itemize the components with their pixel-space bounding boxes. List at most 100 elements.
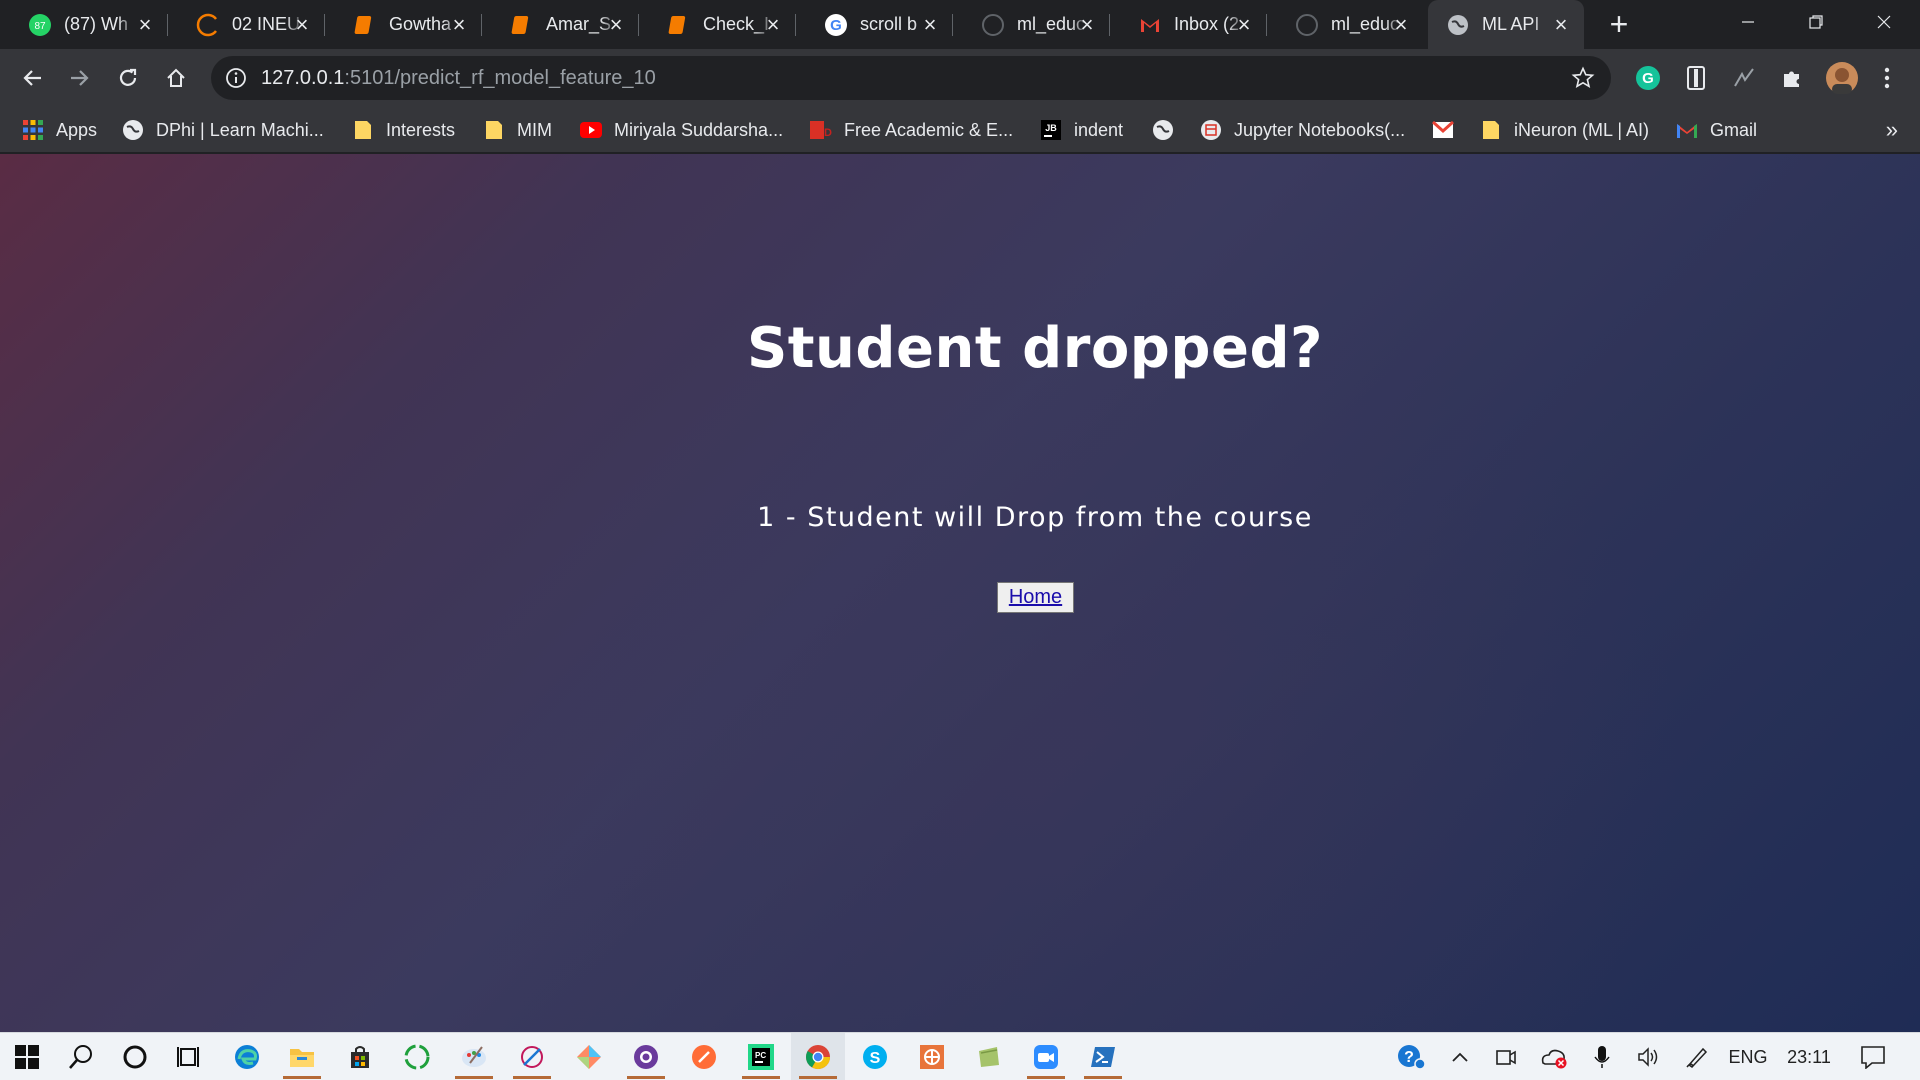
file-explorer-icon[interactable] [275,1033,329,1080]
close-window-button[interactable] [1850,0,1918,44]
bookmark-gmail[interactable]: Gmail [1676,107,1757,153]
kebab-menu-icon[interactable] [1873,64,1901,92]
close-icon[interactable]: × [605,14,627,36]
star-icon[interactable] [1571,66,1595,90]
home-button[interactable]: Home [997,582,1074,613]
store-icon[interactable] [333,1033,387,1080]
cortana-icon[interactable] [108,1033,162,1080]
bookmark-label: Jupyter Notebooks(... [1234,119,1406,140]
back-button[interactable] [15,61,49,95]
close-icon[interactable]: × [1390,14,1412,36]
powershell-icon[interactable] [1076,1033,1130,1080]
jetbrains-icon: JB [1040,119,1062,141]
home-nav-button[interactable] [159,61,193,95]
tab-google-search[interactable]: G scroll b × [796,0,953,49]
grammarly-icon[interactable]: G [1634,64,1662,92]
bookmark-jupyter[interactable]: Jupyter Notebooks(... [1200,107,1405,153]
paint-app-icon[interactable] [447,1033,501,1080]
close-icon[interactable]: × [1233,14,1255,36]
device-extension-icon[interactable] [1682,64,1710,92]
forward-button[interactable] [63,61,97,95]
help-icon[interactable]: ? [1390,1033,1432,1080]
snip-sketch-icon[interactable] [505,1033,559,1080]
windows-start-icon[interactable] [0,1033,54,1080]
bookmark-gmail-icon-only[interactable] [1432,107,1466,153]
tab-check[interactable]: Check_I × [639,0,796,49]
tab-ml-api[interactable]: ML API × [1428,0,1584,49]
taskbar-running-indicator [627,1076,665,1079]
bookmark-free-academic[interactable]: D Free Academic & E... [810,107,1013,153]
notes-app-icon[interactable] [962,1033,1016,1080]
reload-button[interactable] [111,61,145,95]
photos-app-icon[interactable] [905,1033,959,1080]
minimize-button[interactable] [1714,0,1782,44]
kite-app-icon[interactable] [562,1033,616,1080]
gmail-icon [1432,119,1454,141]
zoom-icon[interactable] [1019,1033,1073,1080]
media-app-icon[interactable] [619,1033,673,1080]
signal-extension-icon[interactable] [1730,64,1758,92]
avatar[interactable] [1825,61,1859,95]
browser-toolbar: 127.0.0.1:5101/predict_rf_model_feature_… [0,49,1920,107]
speaker-icon[interactable] [1630,1033,1668,1080]
arrow-right-icon [71,70,89,86]
bookmark-interests[interactable]: Interests [352,107,455,153]
close-icon[interactable]: × [291,14,313,36]
tab-github-2[interactable]: ml_educ × [1267,0,1424,49]
tab-ineuron[interactable]: 02 INEU × [168,0,325,49]
meet-now-icon[interactable] [1488,1033,1524,1080]
clock[interactable]: 23:11 [1780,1033,1838,1080]
bookmark-label: Interests [386,119,456,140]
close-icon[interactable]: × [448,14,470,36]
language-indicator[interactable]: ENG [1722,1033,1774,1080]
postman-icon[interactable] [677,1033,731,1080]
chrome-icon[interactable] [791,1033,845,1080]
close-icon[interactable]: × [134,14,156,36]
svg-text:G: G [830,17,842,34]
skype-icon[interactable]: S [848,1033,902,1080]
windows-taskbar: PC S ? ENG 23:11 [0,1032,1920,1080]
chevron-up-icon[interactable] [1442,1033,1478,1080]
bookmark-dphi[interactable]: DPhi | Learn Machi... [122,107,324,153]
notebook-icon [353,13,377,37]
tab-github-1[interactable]: ml_educ × [953,0,1110,49]
folder-icon [352,119,374,141]
tab-amar[interactable]: Amar_S × [482,0,639,49]
tab-gowtha[interactable]: Gowtha × [325,0,482,49]
svg-text:?: ? [1404,1049,1414,1066]
onedrive-error-icon[interactable] [1534,1033,1574,1080]
bookmark-mim[interactable]: MIM [483,107,552,153]
bookmark-miriyala[interactable]: Miriyala Suddarsha... [580,107,783,153]
restore-button[interactable] [1782,0,1850,44]
close-icon[interactable]: × [919,14,941,36]
tab-title: (87) Wh [64,14,129,34]
puzzle-icon[interactable] [1778,64,1806,92]
microphone-icon[interactable] [1584,1033,1620,1080]
bookmark-label: Miriyala Suddarsha... [614,119,784,140]
bookmark-indent[interactable]: JB indent [1040,107,1123,153]
taskbar-running-indicator [742,1076,780,1079]
url-text[interactable]: 127.0.0.1:5101/predict_rf_model_feature_… [261,67,656,90]
bookmark-globe[interactable] [1152,107,1186,153]
edge-icon[interactable] [220,1033,274,1080]
close-icon[interactable]: × [1076,14,1098,36]
pycharm-icon[interactable]: PC [734,1033,788,1080]
bookmarks-overflow-button[interactable]: » [1886,117,1898,143]
tab-gmail-inbox[interactable]: Inbox (2 × [1110,0,1267,49]
close-icon[interactable]: × [762,14,784,36]
bookmark-apps[interactable]: Apps [22,107,97,153]
task-view-icon[interactable] [162,1033,216,1080]
jupyter-icon [1200,119,1222,141]
new-tab-button[interactable]: + [1604,8,1634,40]
notebook-icon [667,13,691,37]
close-icon[interactable]: × [1550,14,1572,36]
pen-icon[interactable] [1678,1033,1716,1080]
info-icon[interactable] [225,67,247,89]
tab-whatsapp[interactable]: 87 (87) Wh × [0,0,168,49]
search-icon[interactable] [54,1033,108,1080]
loading-spinner-icon [196,13,220,37]
refresh-app-icon[interactable] [390,1033,444,1080]
address-bar[interactable]: 127.0.0.1:5101/predict_rf_model_feature_… [211,56,1611,100]
notification-icon[interactable] [1852,1033,1894,1080]
bookmark-ineuron[interactable]: iNeuron (ML | AI) [1480,107,1649,153]
